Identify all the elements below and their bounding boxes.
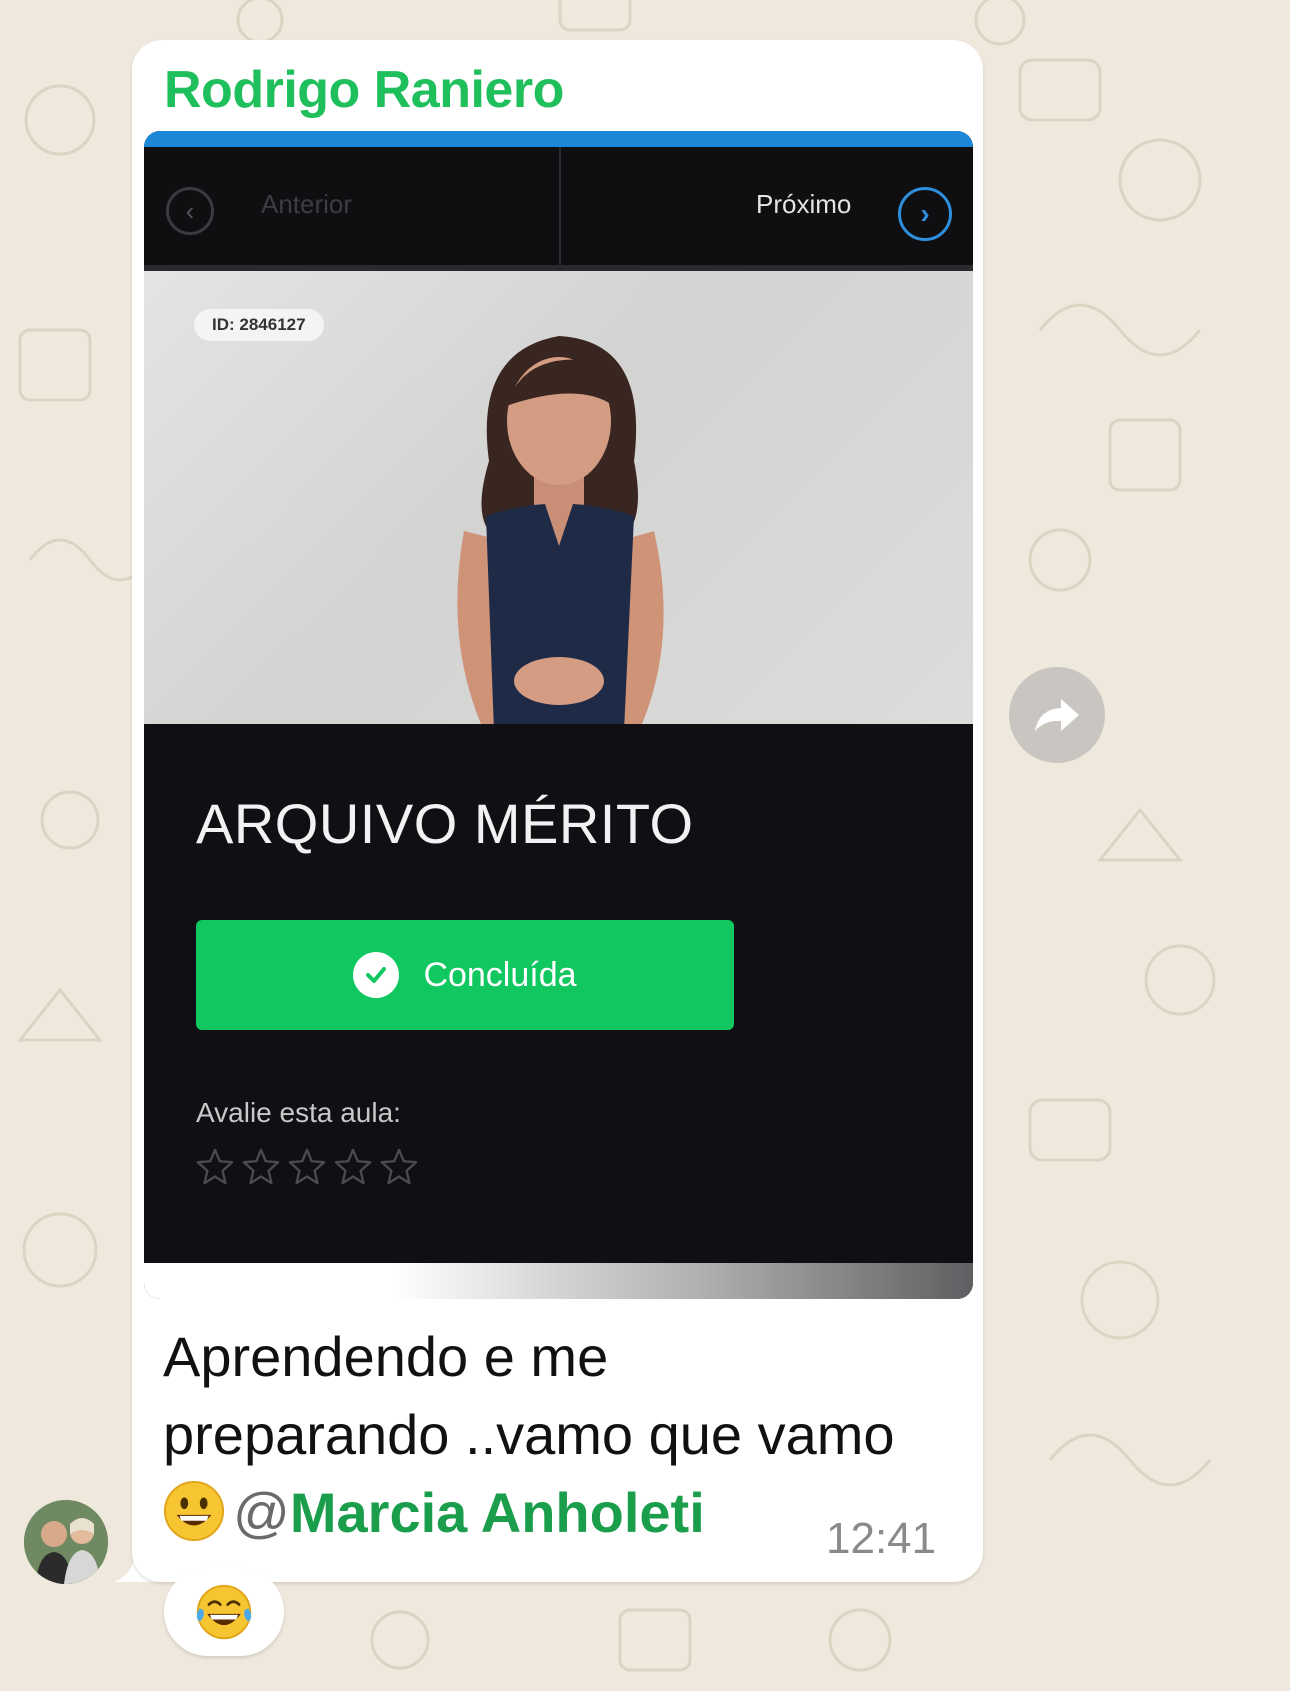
caption-line-2: preparando ..vamo que vamo (163, 1403, 895, 1466)
star-icon (334, 1148, 372, 1185)
progress-bar (144, 131, 973, 147)
check-icon (353, 952, 400, 998)
avatar[interactable] (24, 1500, 108, 1584)
rating-stars (196, 1147, 418, 1185)
star-icon (288, 1148, 326, 1185)
video-id-badge: ID: 2846127 (194, 309, 324, 341)
grinning-emoji (163, 1480, 225, 1542)
presenter-figure (457, 336, 664, 724)
laughing-tears-emoji (196, 1584, 252, 1640)
message-reaction[interactable] (164, 1568, 284, 1656)
lesson-title: ARQUIVO MÉRITO (196, 792, 694, 855)
mention-at: @ (233, 1481, 290, 1544)
shared-image[interactable]: ‹ Anterior Próximo › ID: 2846127 ARQUIVO… (144, 131, 973, 1299)
star-icon (380, 1148, 418, 1185)
star-icon (196, 1148, 234, 1185)
video-frame: ID: 2846127 (144, 271, 973, 724)
forward-icon (1035, 699, 1079, 731)
forward-button[interactable] (1009, 667, 1105, 763)
sender-name[interactable]: Rodrigo Raniero (164, 60, 564, 120)
lesson-nav: ‹ Anterior Próximo › (144, 147, 973, 271)
completed-label: Concluída (423, 955, 577, 994)
star-icon (242, 1148, 280, 1185)
chevron-right-icon: › (920, 198, 930, 229)
prev-label: Anterior (261, 189, 353, 219)
mention-link[interactable]: Marcia Anholeti (290, 1481, 705, 1544)
nav-divider (559, 147, 561, 265)
completed-button: Concluída (196, 920, 734, 1030)
rating-label: Avalie esta aula: (196, 1097, 401, 1128)
next-label: Próximo (756, 189, 852, 219)
image-bottom-edge (144, 1263, 973, 1299)
message-time: 12:41 (826, 1514, 937, 1563)
next-button: › (898, 187, 952, 241)
chevron-left-icon: ‹ (185, 195, 195, 226)
caption-line-1: Aprendendo e me (163, 1325, 609, 1388)
prev-button: ‹ (166, 187, 214, 235)
